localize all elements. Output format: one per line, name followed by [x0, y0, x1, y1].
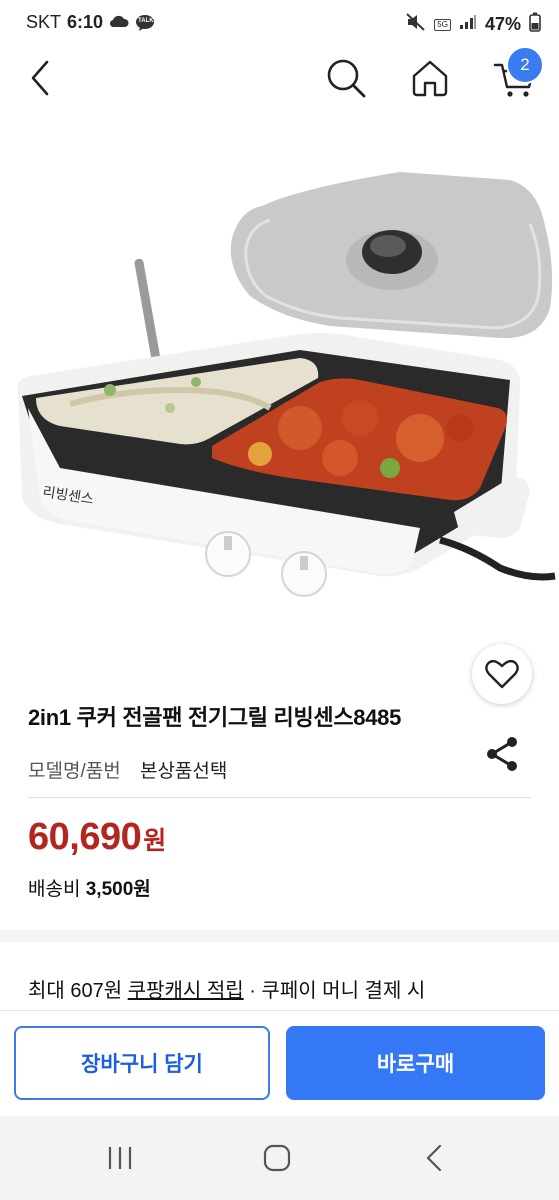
clock: 6:10 — [67, 12, 104, 32]
wishlist-button[interactable] — [472, 644, 532, 704]
buy-now-button[interactable]: 바로구매 — [286, 1026, 545, 1100]
back-arrow-icon — [426, 1144, 442, 1172]
shipping-fee: 배송비 3,500원 — [28, 874, 151, 901]
cart-count-badge: 2 — [506, 46, 544, 84]
shipping-amount: 3,500원 — [85, 879, 151, 900]
back-nav-button[interactable] — [404, 1134, 464, 1182]
divider — [28, 797, 531, 798]
model-row[interactable]: 모델명/품번 본상품선택 — [28, 756, 227, 783]
model-label: 모델명/품번 — [28, 761, 121, 782]
back-icon — [31, 60, 49, 96]
back-button[interactable] — [14, 52, 66, 104]
price-row: 60,690 원 — [28, 816, 166, 859]
search-button[interactable] — [320, 52, 372, 104]
bottom-action-bar: 장바구니 담기 바로구매 — [0, 1010, 559, 1117]
recents-button[interactable] — [90, 1134, 150, 1182]
talk-badge: TALK — [138, 17, 154, 24]
home-square-icon — [263, 1144, 291, 1172]
battery-icon — [529, 12, 541, 37]
recents-icon — [108, 1147, 132, 1169]
home-button[interactable] — [404, 52, 456, 104]
cashback-info: 최대 607원 쿠팡캐시 적립 · 쿠페이 머니 결제 시 — [28, 974, 425, 1003]
status-right: 5G 47% — [406, 12, 541, 37]
battery-level: 47% — [484, 14, 521, 34]
cashback-link[interactable]: 쿠팡캐시 적립 — [128, 980, 244, 1002]
status-bar: SKT 6:10 TALK 5G 47% — [0, 0, 559, 46]
price-unit: 원 — [143, 827, 167, 855]
cashback-prefix: 최대 607원 — [28, 980, 128, 1002]
model-value: 본상품선택 — [139, 761, 228, 782]
home-nav-button[interactable] — [247, 1134, 307, 1182]
talk-icon: TALK — [135, 14, 155, 32]
system-nav-bar — [0, 1116, 559, 1200]
cashback-suffix: · 쿠페이 머니 결제 시 — [243, 980, 426, 1002]
network-badge: 5G — [434, 18, 451, 31]
product-info: 2in1 쿠커 전골팬 전기그릴 리빙센스8485 모델명/품번 본상품선택 — [28, 700, 531, 782]
price: 60,690 — [28, 816, 142, 858]
section-gap — [0, 930, 559, 942]
mute-icon — [406, 13, 426, 36]
heart-icon — [485, 659, 519, 689]
status-left: SKT 6:10 TALK — [26, 12, 155, 33]
home-icon — [412, 60, 448, 97]
share-button[interactable] — [476, 728, 528, 780]
shipping-label: 배송비 — [28, 879, 81, 900]
app-header: 2 — [0, 46, 559, 116]
carrier-name: SKT — [26, 12, 62, 32]
search-icon — [327, 59, 366, 98]
cart-button[interactable]: 2 — [488, 46, 544, 104]
add-to-cart-button[interactable]: 장바구니 담기 — [14, 1026, 270, 1100]
cloud-icon — [109, 12, 129, 33]
product-image[interactable]: 리빙센스 — [0, 128, 559, 771]
product-title: 2in1 쿠커 전골팬 전기그릴 리빙센스8485 — [28, 705, 402, 730]
signal-icon — [459, 14, 477, 35]
product-photo: 리빙센스 — [17, 172, 556, 597]
share-icon — [487, 737, 517, 771]
